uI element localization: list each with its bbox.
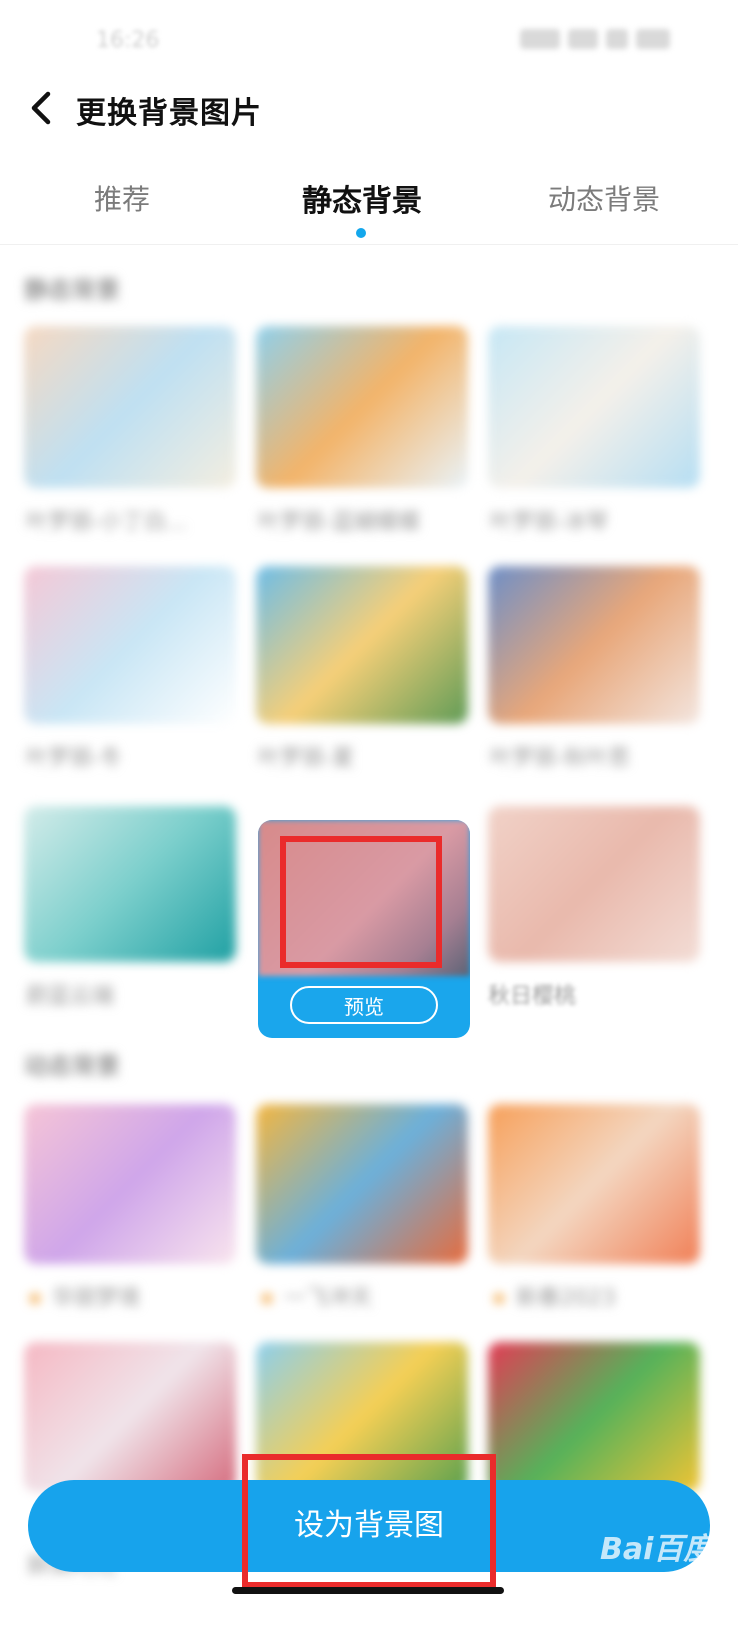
dynamic-caption-2: ★ 一飞冲天 — [258, 1280, 372, 1312]
dynamic-caption-3: ★ 新春2023 — [490, 1280, 616, 1312]
dynamic-thumb-1[interactable] — [24, 1104, 236, 1264]
section-title-dynamic: 动态背景 — [24, 1052, 120, 1080]
dynamic-caption-1-text: 华丽梦境 — [51, 1286, 140, 1311]
static-caption-5: 叶罗丽-夏 — [258, 746, 354, 771]
dynamic-thumb-4[interactable] — [24, 1342, 236, 1492]
signal-icon — [520, 28, 560, 49]
static-thumb-6[interactable] — [488, 566, 700, 724]
star-icon: ★ — [26, 1286, 44, 1310]
dynamic-thumb-3[interactable] — [488, 1104, 700, 1264]
annotation-highlight-box — [280, 836, 442, 968]
dynamic-caption-2-text: 一飞冲天 — [283, 1286, 372, 1311]
tab-recommended[interactable]: 推荐 — [94, 178, 150, 218]
dynamic-caption-3-text: 新春2023 — [515, 1286, 616, 1311]
static-caption-4: 叶罗丽-冬 — [26, 746, 122, 771]
static-thumb-3[interactable] — [488, 326, 700, 488]
dynamic-thumb-6[interactable] — [488, 1342, 700, 1492]
baidu-watermark: Bai百度经验 jingyan.baidu.com — [600, 1524, 738, 1629]
static-thumb-4[interactable] — [24, 566, 236, 724]
static-thumb-7[interactable] — [24, 806, 236, 962]
star-icon: ★ — [258, 1286, 276, 1310]
preview-button[interactable]: 预览 — [290, 986, 438, 1024]
static-thumb-5[interactable] — [256, 566, 468, 724]
tab-static-background[interactable]: 静态背景 — [302, 176, 422, 220]
annotation-highlight-box — [242, 1454, 496, 1588]
static-thumb-2[interactable] — [256, 326, 468, 488]
watermark-url: jingyan.baidu.com — [600, 1608, 738, 1629]
page-title: 更换背景图片 — [76, 96, 262, 131]
static-caption-3: 叶罗丽-冰琴 — [490, 510, 608, 535]
static-caption-6: 叶罗丽-秋叶思 — [490, 746, 630, 771]
status-icons — [520, 28, 680, 54]
static-caption-1: 叶罗丽-小丁白... — [26, 510, 187, 535]
network-icon — [568, 28, 598, 49]
status-time: 16:26 — [96, 28, 160, 53]
battery-icon — [636, 28, 670, 49]
dynamic-caption-1: ★ 华丽梦境 — [26, 1280, 140, 1312]
watermark-brand: Bai百度经验 — [600, 1532, 738, 1611]
section-title-static: 静态背景 — [24, 276, 120, 304]
back-arrow-icon[interactable] — [22, 86, 66, 130]
tabs-divider — [0, 244, 738, 245]
static-caption-7: 蔚蓝云端 — [26, 984, 115, 1009]
active-tab-indicator — [356, 228, 366, 238]
static-caption-9: 秋日樱桃 — [488, 984, 577, 1009]
static-thumb-1[interactable] — [24, 326, 236, 488]
static-caption-2: 叶罗丽-蓝蝴蝶蝶 — [258, 510, 420, 535]
tab-dynamic-background[interactable]: 动态背景 — [548, 178, 660, 218]
home-indicator[interactable] — [232, 1587, 504, 1594]
wifi-icon — [606, 28, 628, 49]
star-icon: ★ — [490, 1286, 508, 1310]
dynamic-thumb-2[interactable] — [256, 1104, 468, 1264]
static-thumb-9[interactable] — [488, 806, 700, 962]
